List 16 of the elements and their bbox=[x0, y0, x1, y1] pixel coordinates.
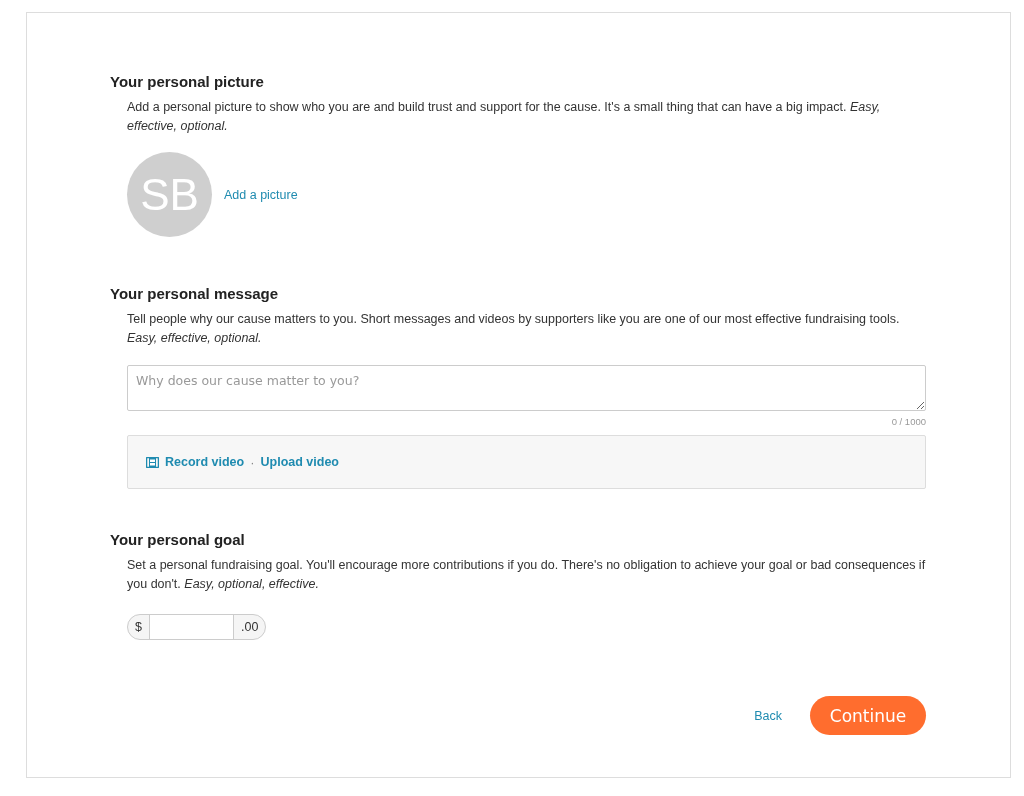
section-heading: Your personal picture bbox=[110, 73, 265, 90]
continue-button[interactable]: Continue bbox=[810, 696, 926, 735]
message-field[interactable]: Why does our cause matter to you? bbox=[127, 365, 926, 411]
goal-amount-field[interactable]: $ .00 bbox=[127, 614, 267, 640]
section-description: Tell people why our cause matters to you. Short messages and videos by supporters like you are one of our most effective fundraising tools. Easy, effective, optional. bbox=[127, 311, 901, 347]
separator: · bbox=[250, 454, 255, 470]
section-description: Add a personal picture to show who you are and build trust and support for the cause. It's a small thing that can have a big impact. Easy, effective, optional. bbox=[127, 99, 882, 135]
add-picture-link[interactable]: Add a picture bbox=[224, 187, 298, 202]
film-icon bbox=[146, 456, 159, 468]
back-link[interactable]: Back bbox=[754, 708, 782, 723]
section-description: Set a personal fundraising goal. You'll encourage more contributions if you do. There's no obligation to achieve your goal or bad consequences if you don't. Easy, optional, effective. bbox=[127, 557, 926, 593]
upload-video-link[interactable]: Upload video bbox=[260, 455, 339, 469]
character-counter: 0 / 1000 bbox=[890, 416, 926, 427]
section-heading: Your personal message bbox=[110, 285, 280, 302]
record-video-link[interactable]: Record video bbox=[146, 455, 245, 469]
section-heading: Your personal goal bbox=[110, 531, 246, 548]
